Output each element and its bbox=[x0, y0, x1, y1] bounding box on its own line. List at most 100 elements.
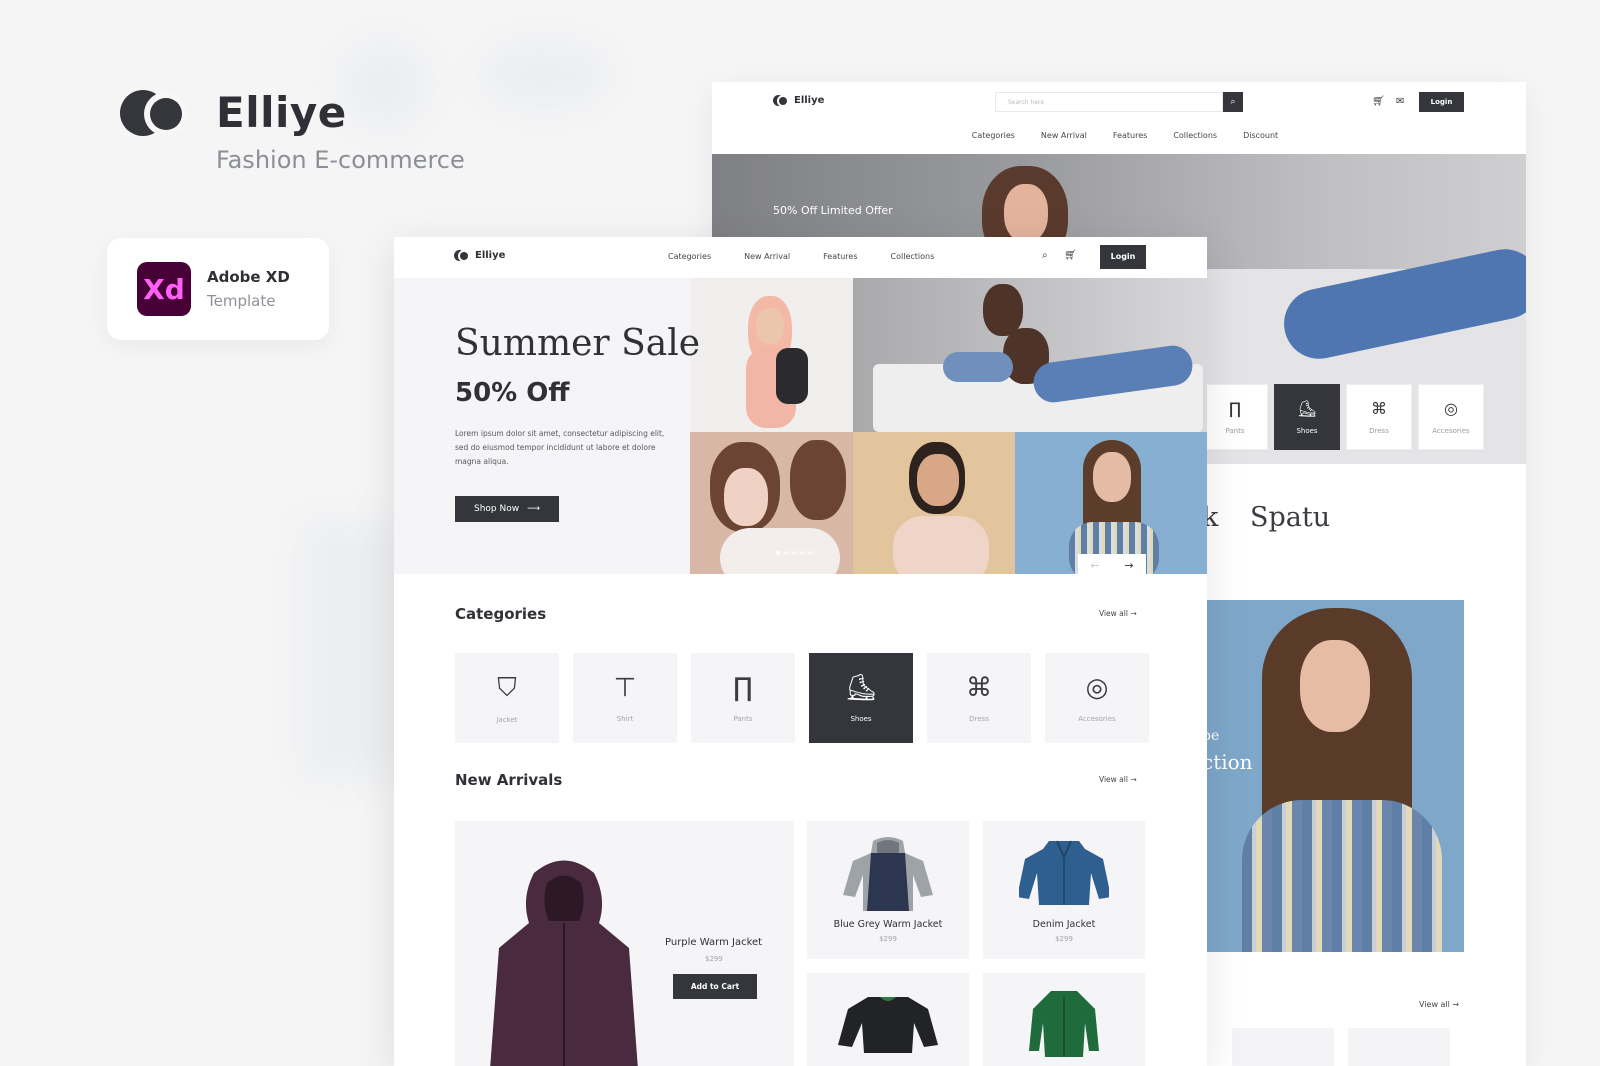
category-jacket[interactable]: ⛉ Jacket bbox=[455, 653, 559, 743]
product-price: $299 bbox=[879, 935, 897, 943]
product-card[interactable] bbox=[983, 973, 1145, 1066]
denim-jacket-image bbox=[1019, 840, 1109, 905]
back-logo[interactable]: Elliye bbox=[773, 95, 824, 106]
category-shoes[interactable]: ⛸ Shoes bbox=[809, 653, 913, 743]
arrow-right-icon: → bbox=[1130, 609, 1137, 618]
new-arrivals-view-all[interactable]: View all → bbox=[1099, 775, 1137, 784]
hero-photo bbox=[1015, 432, 1207, 574]
category-row: ⛉ Jacket ⊤ Shirt ∏ Pants ⛸ Shoes ⌘ Dress ◎ Acc… bbox=[455, 653, 1149, 743]
arrow-left-icon[interactable]: ← bbox=[1090, 559, 1099, 572]
category-dress[interactable]: ⌘ Dress bbox=[927, 653, 1031, 743]
product-card[interactable]: Blue Grey Warm Jacket $299 bbox=[807, 821, 969, 959]
featured-product-card[interactable]: Purple Warm Jacket $299 Add to Cart bbox=[455, 821, 794, 1066]
model-face bbox=[756, 308, 784, 344]
front-logo[interactable]: Elliye bbox=[454, 250, 505, 261]
featured-product-price: $299 bbox=[705, 955, 723, 963]
green-jacket-image bbox=[1029, 991, 1099, 1057]
model-backpack bbox=[776, 348, 808, 404]
badge-app-name: Adobe XD bbox=[207, 268, 290, 286]
front-nav: Categories New Arrival Features Collecti… bbox=[668, 252, 934, 261]
logo-icon bbox=[773, 95, 789, 106]
category-label: Shirt bbox=[616, 715, 634, 723]
nav-discount[interactable]: Discount bbox=[1243, 131, 1278, 140]
back-header: Elliye Search here ⌕ 🛒︎ ✉ Login Categori… bbox=[712, 82, 1526, 154]
hero-photo bbox=[853, 278, 1207, 432]
product-name: Blue Grey Warm Jacket bbox=[833, 919, 943, 930]
category-label: Shoes bbox=[850, 715, 872, 723]
product-thumb[interactable] bbox=[1232, 1028, 1334, 1066]
carousel-dots[interactable] bbox=[776, 551, 812, 555]
brand-subtitle: Fashion E-commerce bbox=[216, 146, 465, 174]
nav-features[interactable]: Features bbox=[1113, 131, 1147, 140]
login-button[interactable]: Login bbox=[1100, 245, 1146, 269]
category-pants[interactable]: ∏ Pants bbox=[691, 653, 795, 743]
hero-photo bbox=[690, 432, 853, 574]
arrow-right-icon[interactable]: → bbox=[1124, 559, 1133, 572]
search-icon[interactable]: ⌕ bbox=[1042, 250, 1048, 261]
model-face bbox=[917, 454, 959, 506]
product-card[interactable]: Denim Jacket $299 bbox=[983, 821, 1145, 959]
nav-new-arrival[interactable]: New Arrival bbox=[1041, 131, 1087, 140]
categories-title: Categories bbox=[455, 605, 547, 623]
category-shirt[interactable]: ⊤ Shirt bbox=[573, 653, 677, 743]
front-page-mockup: Elliye Categories New Arrival Features C… bbox=[394, 237, 1207, 1066]
category-label: Pants bbox=[1225, 427, 1245, 435]
category-label: Dress bbox=[1369, 427, 1389, 435]
shop-now-label: Shop Now bbox=[473, 504, 520, 514]
hero-photo bbox=[690, 278, 853, 432]
nav-categories[interactable]: Categories bbox=[668, 252, 711, 261]
shop-now-button[interactable]: Shop Now ⟶ bbox=[455, 496, 559, 522]
hero-title: Summer Sale bbox=[455, 323, 701, 364]
new-arrivals-title: New Arrivals bbox=[455, 771, 563, 789]
nav-features[interactable]: Features bbox=[823, 252, 857, 261]
search-icon[interactable]: ⌕ bbox=[1223, 92, 1243, 112]
category-label: Jacket bbox=[496, 715, 518, 724]
cart-icon[interactable]: 🛒︎ bbox=[1064, 250, 1077, 261]
search-input[interactable]: Search here bbox=[995, 92, 1223, 112]
model-face bbox=[1093, 452, 1131, 502]
mail-icon[interactable]: ✉ bbox=[1396, 96, 1404, 107]
category-accesories[interactable]: ◎ Accesories bbox=[1045, 653, 1149, 743]
cart-icon[interactable]: 🛒︎ bbox=[1372, 96, 1385, 107]
nav-collections[interactable]: Collections bbox=[891, 252, 935, 261]
badge-kind: Template bbox=[207, 292, 276, 310]
hero-model-face bbox=[1004, 184, 1048, 242]
logo-icon bbox=[454, 250, 470, 261]
category-label: Shoes bbox=[1296, 427, 1318, 435]
category-dress[interactable]: ⌘ Dress bbox=[1346, 384, 1412, 450]
category-label: Accesories bbox=[1078, 715, 1116, 723]
nav-categories[interactable]: Categories bbox=[972, 131, 1015, 140]
model-face bbox=[724, 468, 768, 526]
brand-name: Elliye bbox=[216, 88, 347, 137]
dress-icon: ⌘ bbox=[966, 673, 992, 703]
product-card[interactable] bbox=[807, 973, 969, 1066]
hero-subtitle: 50% Off bbox=[455, 378, 570, 408]
blue-grey-jacket-image bbox=[843, 837, 933, 911]
featured-product-name: Purple Warm Jacket bbox=[665, 937, 763, 948]
category-label: Dress bbox=[969, 715, 989, 723]
category-pants[interactable]: ∏ Pants bbox=[1202, 384, 1268, 450]
brand-header: Elliye bbox=[120, 88, 347, 137]
hero-offer: 50% Off Limited Offer bbox=[773, 204, 893, 217]
category-label: Pants bbox=[733, 715, 753, 723]
back-category-row: ∏ Pants ⛸ Shoes ⌘ Dress ◎ Accesories bbox=[1202, 384, 1484, 450]
arrow-right-icon: → bbox=[1130, 775, 1137, 784]
add-to-cart-button[interactable]: Add to Cart bbox=[673, 974, 757, 999]
nav-collections[interactable]: Collections bbox=[1173, 131, 1217, 140]
logo-text: Elliye bbox=[475, 250, 506, 261]
nav-new-arrival[interactable]: New Arrival bbox=[744, 252, 790, 261]
view-all-link[interactable]: View all → bbox=[1419, 1000, 1459, 1009]
jacket-icon: ⛉ bbox=[497, 672, 517, 703]
shoes-icon: ⛸ bbox=[1296, 399, 1318, 418]
adobe-xd-logo-icon: Xd bbox=[137, 262, 191, 316]
promo-model-shirt bbox=[1242, 800, 1442, 952]
view-all-label: View all bbox=[1099, 609, 1128, 618]
product-thumb[interactable] bbox=[1348, 1028, 1450, 1066]
category-accesories[interactable]: ◎ Accesories bbox=[1418, 384, 1484, 450]
model-jeans bbox=[943, 352, 1013, 382]
shoes-icon: ⛸ bbox=[844, 673, 878, 703]
categories-view-all[interactable]: View all → bbox=[1099, 609, 1137, 618]
category-shoes[interactable]: ⛸ Shoes bbox=[1274, 384, 1340, 450]
shirt-icon: ⊤ bbox=[613, 673, 637, 703]
login-button[interactable]: Login bbox=[1419, 92, 1464, 112]
